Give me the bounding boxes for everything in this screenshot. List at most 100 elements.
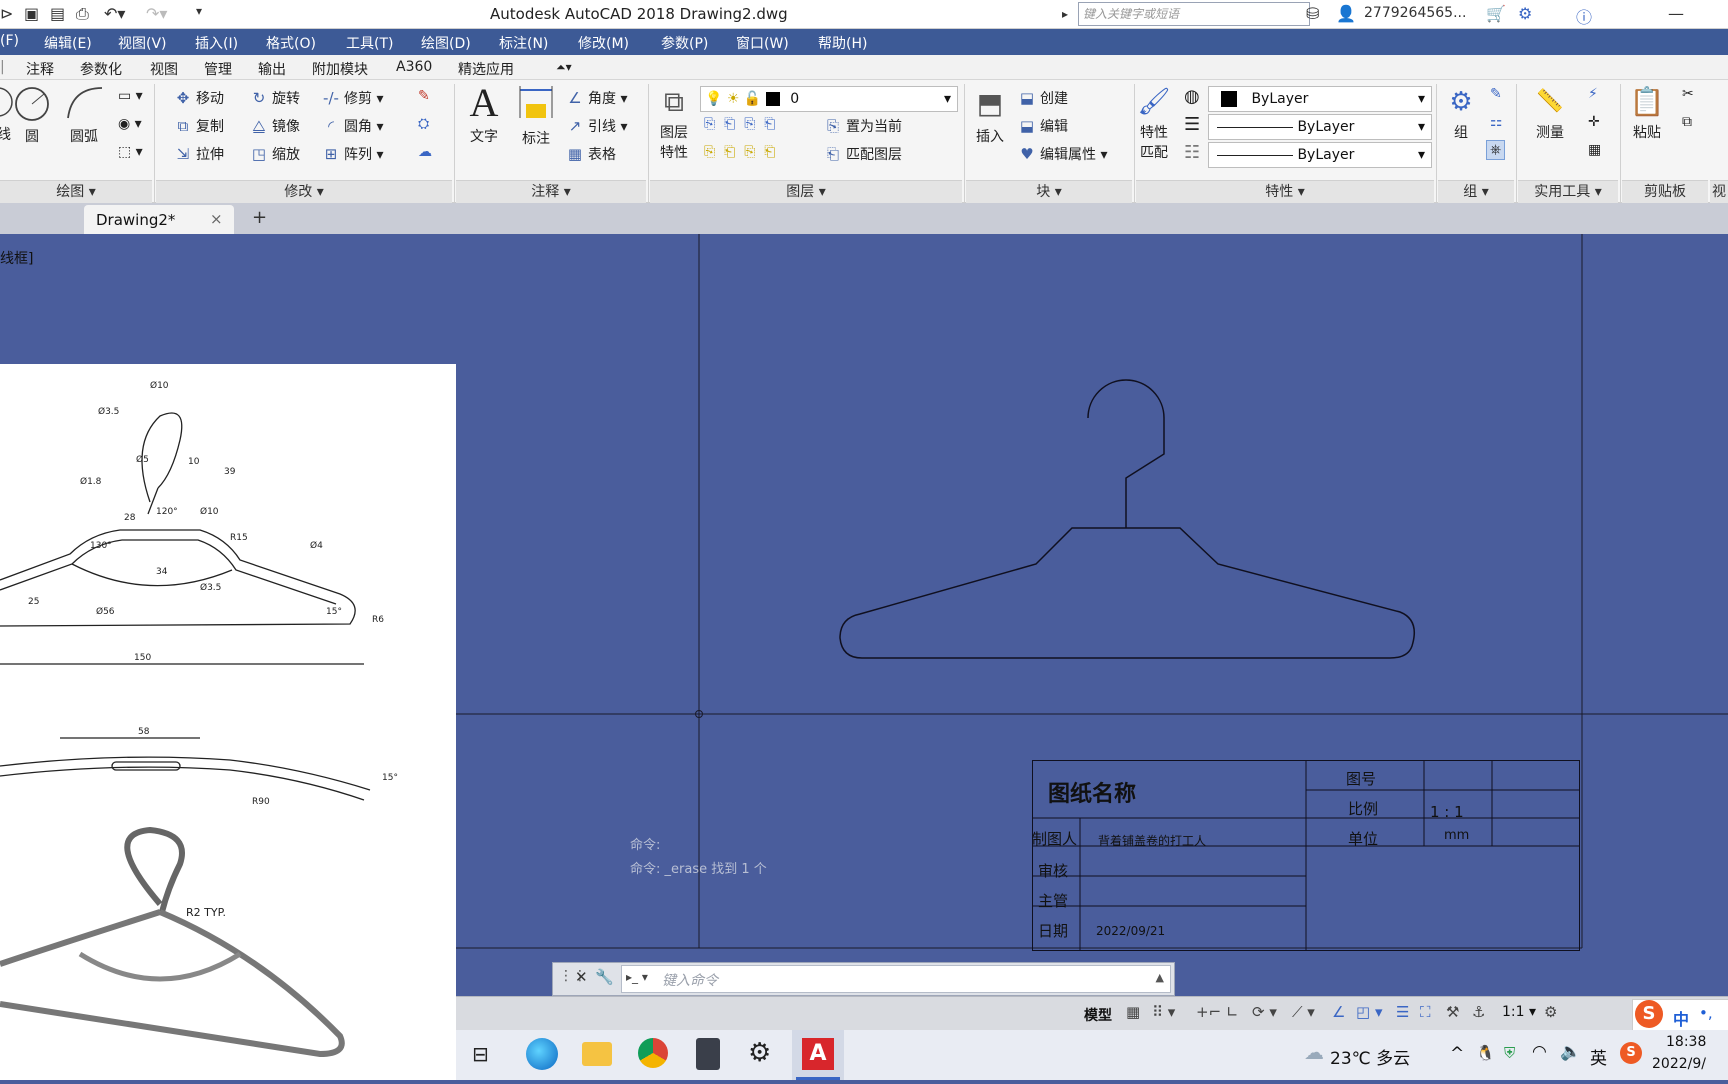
menu-draw[interactable]: 绘图(D) <box>421 33 471 53</box>
save-icon[interactable]: ▣ <box>24 4 39 23</box>
edit-attribute-button[interactable]: ♥ 编辑属性 ▾ <box>1018 144 1107 164</box>
autoscale-icon[interactable]: ⚓ <box>1472 1003 1485 1021</box>
ribbon-toggle-icon[interactable]: ⏶▾ <box>556 60 572 75</box>
calculator-small-icon[interactable]: ▦ <box>1588 142 1601 158</box>
text-tool[interactable]: A 文字 <box>462 80 506 146</box>
tab-annotate[interactable]: 注释 <box>26 59 54 79</box>
volume-icon[interactable]: 🔈 <box>1560 1042 1581 1062</box>
menu-edit[interactable]: 编辑(E) <box>44 33 92 53</box>
group-edit-icon[interactable]: ✎ <box>1490 86 1502 102</box>
panel-annotation[interactable]: 注释 ▾ <box>456 180 646 203</box>
mirror-button[interactable]: ⧋ 镜像 <box>250 116 300 136</box>
object-snap-icon[interactable]: ◰ ▾ <box>1356 1003 1382 1021</box>
tab-drawing2[interactable]: Drawing2* × <box>84 205 234 234</box>
set-current-button[interactable]: ⎘ 置为当前 <box>824 116 902 136</box>
add-tab-icon[interactable]: + <box>252 207 267 228</box>
dimension-tool[interactable]: 标注 <box>514 82 558 148</box>
cart-icon[interactable]: 🛒 <box>1486 4 1506 23</box>
color-wheel-icon[interactable]: ◍ <box>1184 86 1200 107</box>
weather-text[interactable]: 23℃ 多云 <box>1330 1044 1410 1069</box>
undo-icon[interactable]: ↶▾ <box>104 4 125 23</box>
copy-clip-icon[interactable]: ⧉ <box>1682 114 1692 130</box>
menu-tools[interactable]: 工具(T) <box>346 33 393 53</box>
fillet-button[interactable]: ◜ 圆角 ▾ <box>322 116 383 136</box>
tab-addins[interactable]: 附加模块 <box>312 59 368 79</box>
rotate-button[interactable]: ↻ 旋转 <box>250 88 300 108</box>
panel-groups[interactable]: 组 ▾ <box>1438 180 1514 203</box>
user-icon[interactable]: 👤 <box>1336 4 1356 23</box>
print-icon[interactable]: ⎙ <box>76 4 89 24</box>
group-select-icon[interactable]: ⎈ <box>1486 140 1506 160</box>
panel-properties[interactable]: 特性 ▾ <box>1136 180 1434 203</box>
clock-time[interactable]: 18:38 <box>1666 1034 1706 1050</box>
search-expand-icon[interactable]: ▸ <box>1062 7 1068 21</box>
command-input[interactable]: ▸_ ▾ 键入命令 ▲ <box>621 965 1171 993</box>
menu-window[interactable]: 窗口(W) <box>736 33 789 53</box>
ungroup-icon[interactable]: ⚏ <box>1490 114 1503 130</box>
weather-icon[interactable]: ☁ <box>1304 1040 1324 1064</box>
annotation-scale[interactable]: 1:1 ▾ <box>1502 1004 1536 1020</box>
annotation-visibility-icon[interactable]: ⚒ <box>1446 1003 1459 1021</box>
leader-button[interactable]: ↗ 引线 ▾ <box>566 116 628 136</box>
tab-manage[interactable]: 管理 <box>204 59 232 79</box>
open-icon[interactable]: ⊳ <box>0 4 13 23</box>
panel-utilities[interactable]: 实用工具 ▾ <box>1518 180 1618 203</box>
offset-icon[interactable]: ☁ <box>418 144 432 160</box>
region-tool[interactable]: ⬚ ▾ <box>118 144 143 160</box>
menu-params[interactable]: 参数(P) <box>661 33 708 53</box>
lineweight-dropdown[interactable]: ByLayer ▾ <box>1208 142 1432 168</box>
panel-layers[interactable]: 图层 ▾ <box>650 180 962 203</box>
panel-view[interactable]: 视 <box>1710 180 1728 203</box>
menu-help[interactable]: 帮助(H) <box>818 33 867 53</box>
model-space-button[interactable]: 模型 <box>1084 1005 1112 1025</box>
input-language[interactable]: 英 <box>1590 1044 1607 1069</box>
snap-icon[interactable]: ⠿ ▾ <box>1152 1003 1175 1021</box>
array-button[interactable]: ⊞ 阵列 ▾ <box>322 144 384 164</box>
explode-icon[interactable]: ⛭ <box>418 116 429 132</box>
tab-parametric[interactable]: 参数化 <box>80 59 122 79</box>
selection-cycling-icon[interactable]: ⛶ <box>1420 1003 1431 1021</box>
help-icon[interactable]: ⓘ <box>1576 4 1592 28</box>
close-icon[interactable]: ✕ <box>575 968 588 986</box>
quick-select-icon[interactable]: ⚡ <box>1588 86 1598 102</box>
lineweight-toggle-icon[interactable]: ☰ <box>1396 1003 1409 1021</box>
infer-icon[interactable]: +⌐ <box>1196 1003 1221 1021</box>
measure-tool[interactable]: 📏 测量 <box>1520 82 1580 142</box>
isodraft-icon[interactable]: ⟋ ▾ <box>1292 1003 1315 1021</box>
rectangle-tool[interactable]: ▭ ▾ <box>118 88 143 104</box>
tab-output[interactable]: 输出 <box>258 59 286 79</box>
quick-access-menu-icon[interactable]: ▾ <box>196 4 202 18</box>
match-layer-button[interactable]: ⎗ 匹配图层 <box>824 144 902 164</box>
redo-icon[interactable]: ↷▾ <box>146 4 167 23</box>
minimize-icon[interactable]: — <box>1668 4 1684 23</box>
tab-featured-apps[interactable]: 精选应用 <box>458 59 514 79</box>
linetype-icon[interactable]: ☷ <box>1184 142 1200 163</box>
task-view-icon[interactable]: ⊟ <box>472 1042 489 1066</box>
search-input[interactable]: 键入关键字或短语 <box>1078 2 1310 26</box>
save-as-icon[interactable]: ▤ <box>50 4 65 23</box>
user-name[interactable]: 2779264565... <box>1364 5 1466 21</box>
group-tool[interactable]: ⚙ 组 <box>1438 82 1484 142</box>
wrench-icon[interactable]: 🔧 <box>595 968 614 986</box>
chevron-up-icon[interactable]: ▲ <box>1156 971 1164 984</box>
tab-view[interactable]: 视图 <box>150 59 178 79</box>
insert-block-tool[interactable]: ⬒ 插入 <box>966 82 1014 146</box>
grid-icon[interactable]: ▦ <box>1126 1003 1140 1021</box>
binoculars-icon[interactable]: ⛁ <box>1306 4 1319 23</box>
linetype-dropdown[interactable]: ByLayer ▾ <box>1208 114 1432 140</box>
hatch-tool[interactable]: ◉ ▾ <box>118 116 142 132</box>
move-button[interactable]: ✥ 移动 <box>174 88 224 108</box>
chevron-up-icon[interactable]: ^ <box>1450 1044 1464 1064</box>
point-icon[interactable]: ✛ <box>1588 114 1600 130</box>
file-explorer-icon[interactable] <box>582 1042 612 1066</box>
close-icon[interactable]: × <box>210 210 223 228</box>
panel-modify[interactable]: 修改 ▾ <box>156 180 452 203</box>
ime-toolbar[interactable]: S 中 •, <box>1632 999 1728 1033</box>
layer-tool-icons-row1[interactable]: ⎘ ⎗ ⎘ ⎗ <box>704 116 776 132</box>
object-snap-track-icon[interactable]: ∠ <box>1332 1003 1345 1021</box>
panel-draw[interactable]: 绘图 ▾ <box>0 180 152 203</box>
layer-tool-icons-row2[interactable]: ⎘ ⎗ ⎘ ⎗ <box>704 144 776 160</box>
menu-view[interactable]: 视图(V) <box>118 33 167 53</box>
trim-button[interactable]: -/- 修剪 ▾ <box>322 88 383 108</box>
menu-format[interactable]: 格式(O) <box>266 33 316 53</box>
